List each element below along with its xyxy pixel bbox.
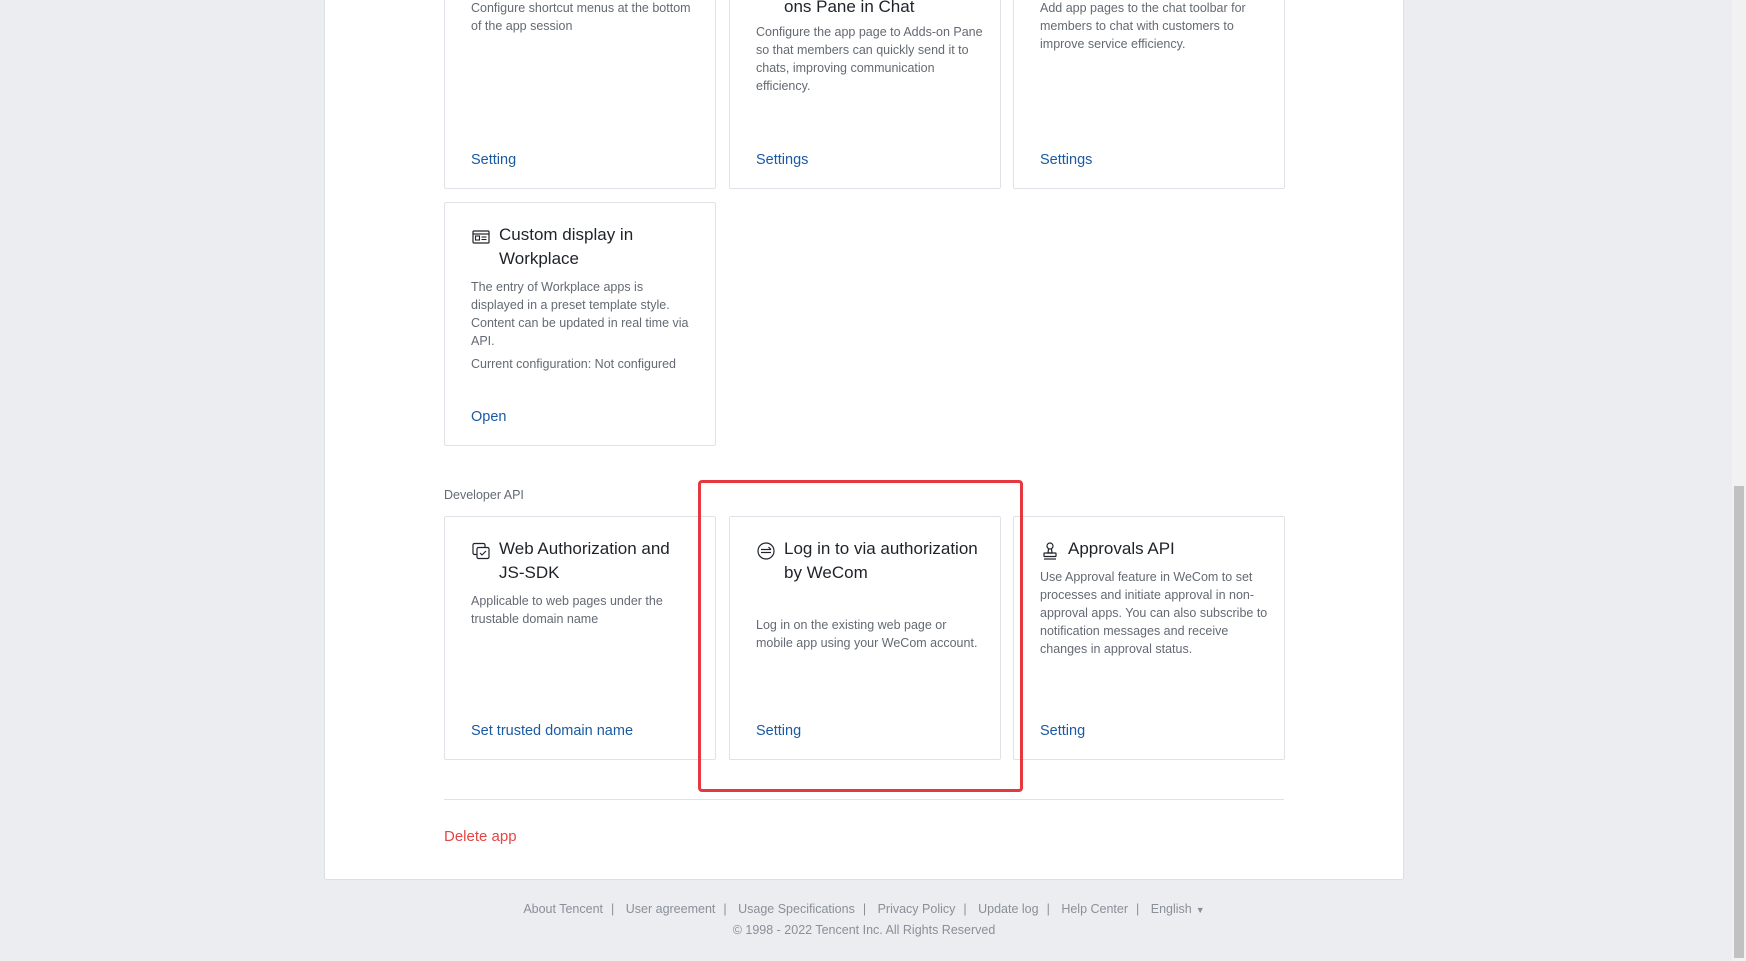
card-desc: Use Approval feature in WeCom to set pro…: [1040, 570, 1268, 656]
card-title: ons Pane in Chat: [784, 0, 915, 16]
footer-link-usage[interactable]: Usage Specifications: [738, 902, 855, 916]
current-configuration: Current configuration: Not configured: [471, 357, 676, 371]
separator: |: [1136, 902, 1140, 916]
delete-app-link[interactable]: Delete app: [444, 828, 517, 845]
separator: |: [963, 902, 967, 916]
separator: |: [862, 902, 867, 916]
separator: |: [611, 902, 615, 916]
settings-link[interactable]: Settings: [756, 152, 808, 168]
layout-icon: [472, 230, 490, 244]
language-label: English: [1150, 902, 1192, 916]
language-select[interactable]: English ▼: [1151, 902, 1205, 916]
login-circle-icon: [757, 542, 775, 560]
set-trusted-domain-link[interactable]: Set trusted domain name: [471, 723, 633, 739]
open-link[interactable]: Open: [471, 409, 506, 425]
card-addons-pane: ons Pane in Chat Configure the app page …: [729, 0, 1001, 189]
footer-link-help[interactable]: Help Center: [1061, 902, 1128, 916]
card-title: Web Authorization and JS-SDK: [499, 539, 670, 582]
setting-link[interactable]: Setting: [756, 723, 801, 739]
card-desc: The entry of Workplace apps is displayed…: [471, 280, 689, 348]
card-title: Approvals API: [1068, 539, 1175, 558]
chevron-down-icon: ▼: [1195, 905, 1205, 915]
card-wecom-login: Log in to via authorization by WeCom Log…: [729, 516, 1001, 760]
card-desc: Configure the app page to Adds-on Pane s…: [756, 25, 983, 93]
card-custom-display-workplace: Custom display in Workplace The entry of…: [444, 202, 716, 446]
card-desc: Add app pages to the chat toolbar for me…: [1040, 1, 1246, 51]
footer-link-user-agreement[interactable]: User agreement: [626, 902, 716, 916]
card-desc: Configure shortcut menus at the bottom o…: [471, 1, 691, 33]
separator: |: [1046, 902, 1050, 916]
scrollbar[interactable]: [1732, 0, 1746, 961]
stamp-icon: [1043, 542, 1057, 560]
card-chat-toolbar: Add app pages to the chat toolbar for me…: [1013, 0, 1285, 189]
card-desc: Applicable to web pages under the trusta…: [471, 594, 663, 626]
setting-link[interactable]: Setting: [1040, 723, 1085, 739]
footer-link-privacy[interactable]: Privacy Policy: [878, 902, 956, 916]
footer-link-update-log[interactable]: Update log: [978, 902, 1038, 916]
card-web-authorization: Web Authorization and JS-SDK Applicable …: [444, 516, 716, 760]
card-title: Log in to via authorization by WeCom: [784, 539, 978, 582]
copy-window-icon: [472, 542, 490, 560]
footer-links: About Tencent | User agreement | Usage Spe…: [0, 902, 1728, 916]
card-desc: Log in on the existing web page or mobil…: [756, 618, 978, 650]
scrollbar-thumb[interactable]: [1734, 486, 1744, 958]
divider: [444, 799, 1284, 800]
separator: |: [723, 902, 727, 916]
settings-link[interactable]: Settings: [1040, 152, 1092, 168]
footer-link-about[interactable]: About Tencent: [523, 902, 603, 916]
card-title: Custom display in Workplace: [499, 225, 634, 268]
card-approvals-api: Approvals API Use Approval feature in We…: [1013, 516, 1285, 760]
card-shortcut-menu: Configure shortcut menus at the bottom o…: [444, 0, 716, 189]
setting-link[interactable]: Setting: [471, 152, 516, 168]
developer-api-label: Developer API: [444, 488, 524, 502]
copyright: © 1998 - 2022 Tencent Inc. All Rights Re…: [732, 923, 996, 937]
